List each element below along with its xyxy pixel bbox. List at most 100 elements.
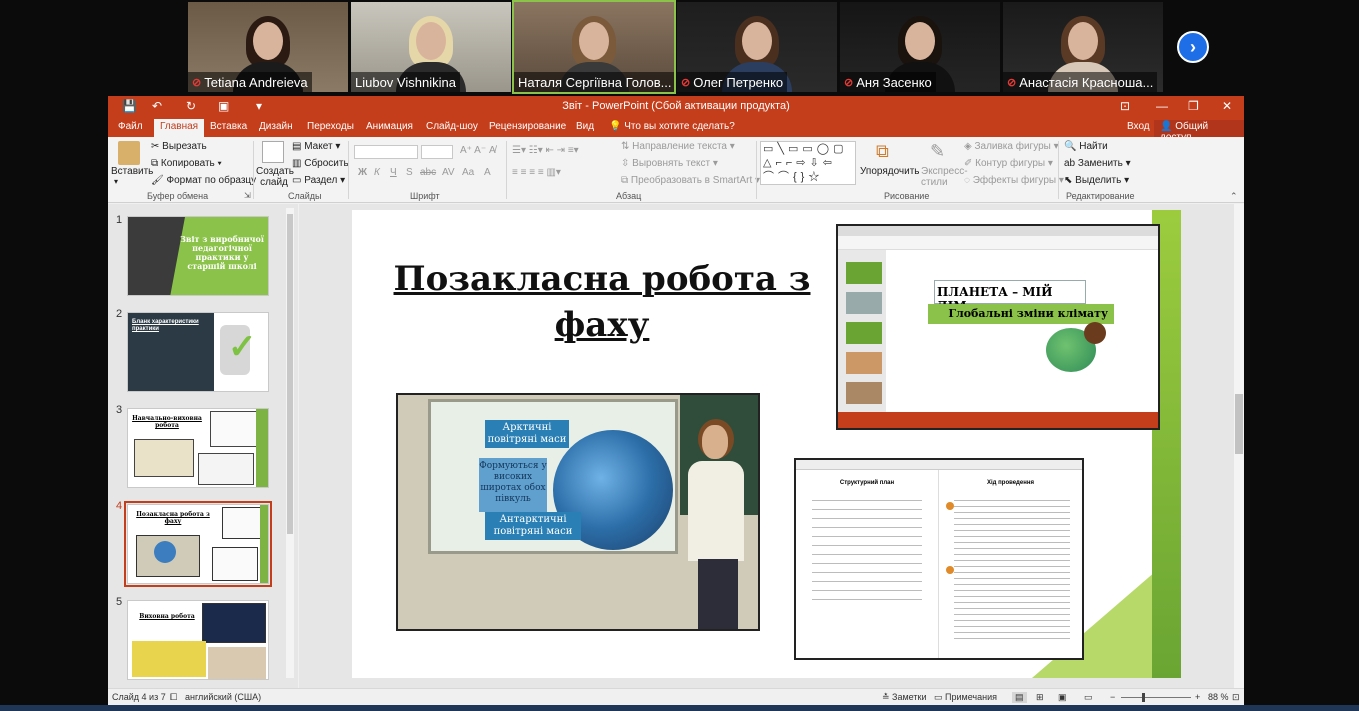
slide-thumbnail[interactable]: Звіт з виробничої педагогічної практики … bbox=[127, 216, 269, 296]
zoom-out-icon[interactable]: − bbox=[1110, 692, 1115, 702]
quick-styles-icon[interactable]: ✎ bbox=[930, 141, 945, 162]
replace-button[interactable]: ab Заменить ▾ bbox=[1064, 158, 1131, 169]
slide-thumbnail[interactable]: Бланк характеристики практики ✓ bbox=[127, 312, 269, 392]
cut-button[interactable]: ✂ Вырезать bbox=[151, 141, 207, 152]
shape-effects-button[interactable]: ◌ Эффекты фигуры ▾ bbox=[964, 175, 1064, 186]
participant-tile[interactable]: ⊘ Tetiana Andreieva bbox=[188, 2, 348, 92]
participant-tile-active[interactable]: Наталя Сергіївна Голов... bbox=[512, 0, 676, 94]
normal-view-icon[interactable]: ▤ bbox=[1012, 692, 1027, 703]
zoom-slider-thumb[interactable] bbox=[1142, 693, 1145, 702]
char-spacing-button[interactable]: AV bbox=[442, 167, 455, 178]
current-slide[interactable]: Позакласна робота з фаху Арктичні повітр… bbox=[352, 210, 1181, 678]
doc-left-text bbox=[812, 500, 922, 600]
scroll-thumb[interactable] bbox=[1235, 394, 1243, 454]
section-button[interactable]: ▭ Раздел ▾ bbox=[292, 175, 345, 186]
thumbnail-image bbox=[198, 453, 254, 485]
tab-view[interactable]: Вид bbox=[576, 121, 594, 132]
tab-transitions[interactable]: Переходы bbox=[307, 121, 354, 132]
next-participants-button[interactable]: › bbox=[1177, 31, 1209, 63]
language-indicator[interactable]: английский (США) bbox=[185, 692, 261, 702]
tab-design[interactable]: Дизайн bbox=[259, 121, 293, 132]
new-slide-button[interactable]: Создать слайд bbox=[256, 166, 294, 188]
scissors-icon: ✂ bbox=[151, 141, 163, 152]
tell-me-box[interactable]: 💡 Что вы хотите сделать? bbox=[609, 121, 735, 132]
tab-review[interactable]: Рецензирование bbox=[489, 121, 566, 132]
presentation-screenshot[interactable]: ПЛАНЕТА – МІЙ ДІМ Глобальні зміни клімат… bbox=[836, 224, 1160, 430]
ribbon-display-icon[interactable]: ⊡ bbox=[1120, 99, 1130, 113]
italic-button[interactable]: К bbox=[374, 167, 380, 178]
bold-button[interactable]: Ж bbox=[358, 167, 367, 178]
notes-button[interactable]: ≛ Заметки bbox=[882, 692, 926, 703]
screenshot-taskbar bbox=[838, 412, 1158, 428]
zoom-in-icon[interactable]: + bbox=[1195, 692, 1200, 702]
ribbon-tabs: Файл Главная Вставка Дизайн Переходы Ани… bbox=[108, 118, 1244, 144]
underline-button[interactable]: Ч bbox=[390, 167, 397, 178]
change-case-button[interactable]: Aa bbox=[462, 167, 474, 178]
thumbnail-scrollbar[interactable] bbox=[286, 208, 294, 678]
participant-tile[interactable]: ⊘ Олег Петренко bbox=[677, 2, 837, 92]
participant-tile[interactable]: ⊘ Аня Засенко bbox=[840, 2, 1000, 92]
grow-font-icon[interactable]: A⁺ A⁻ bbox=[460, 145, 486, 156]
copy-button[interactable]: ⧉ Копировать ▾ bbox=[151, 158, 222, 169]
zoom-slider[interactable] bbox=[1121, 697, 1191, 698]
shadow-button[interactable]: S bbox=[406, 167, 413, 178]
participant-tile[interactable]: Liubov Vishnikina bbox=[351, 2, 511, 92]
thumbnail-scroll-thumb[interactable] bbox=[287, 214, 293, 534]
tab-file[interactable]: Файл bbox=[118, 121, 143, 132]
layout-button[interactable]: ▤ Макет ▾ bbox=[292, 141, 340, 152]
dialog-launcher-icon[interactable]: ⇲ bbox=[244, 191, 251, 200]
font-size-select[interactable] bbox=[421, 145, 453, 159]
paste-button[interactable]: Вставить bbox=[111, 166, 153, 177]
quick-styles-button[interactable]: Экспресс-стили bbox=[921, 166, 968, 188]
tab-home[interactable]: Главная bbox=[154, 119, 205, 137]
shape-outline-button[interactable]: ✐ Контур фигуры ▾ bbox=[964, 158, 1053, 169]
reading-view-icon[interactable]: ▣ bbox=[1058, 692, 1067, 703]
new-slide-icon[interactable] bbox=[262, 141, 284, 163]
slide-sorter-icon[interactable]: ⊞ bbox=[1036, 692, 1044, 703]
slideshow-view-icon[interactable]: ▭ bbox=[1084, 692, 1093, 703]
strikethrough-button[interactable]: abc bbox=[420, 167, 436, 178]
bullets-icon[interactable]: ☰▾ ☷▾ ⇤ ⇥ ≡▾ bbox=[512, 145, 579, 156]
shapes-gallery[interactable]: ▭╲▭▭◯▢ △⌐⌐⇨⇩⇦ ⌒⌒{}☆ bbox=[760, 141, 856, 185]
classroom-photo[interactable]: Арктичні повітряні маси Формуються у вис… bbox=[396, 393, 760, 631]
font-color-button[interactable]: A bbox=[484, 167, 491, 178]
participant-tile[interactable]: ⊘ Анастасія Красноша... bbox=[1003, 2, 1163, 92]
slide-thumbnail-selected[interactable]: Позакласна робота з фаху bbox=[124, 501, 272, 587]
checkmark-icon: ✓ bbox=[228, 328, 257, 366]
shape-fill-button[interactable]: ◈ Заливка фигуры ▾ bbox=[964, 141, 1059, 152]
close-icon[interactable]: ✕ bbox=[1222, 99, 1232, 113]
fit-slide-icon[interactable]: ⊡ bbox=[1232, 692, 1240, 703]
slide-thumbnail[interactable]: Виховна робота bbox=[127, 600, 269, 680]
tab-slideshow[interactable]: Слайд-шоу bbox=[426, 121, 478, 132]
smartart-button[interactable]: ⧉ Преобразовать в SmartArt ▾ bbox=[621, 175, 760, 186]
vertical-scrollbar[interactable] bbox=[1234, 204, 1244, 688]
minimize-icon[interactable]: — bbox=[1156, 99, 1168, 113]
tab-animations[interactable]: Анимация bbox=[366, 121, 413, 132]
sign-in-link[interactable]: Вход bbox=[1127, 121, 1150, 132]
align-icons[interactable]: ≡ ≡ ≡ ≡ ▥▾ bbox=[512, 167, 561, 178]
slide-thumbnail[interactable]: Навчально-виховна робота bbox=[127, 408, 269, 488]
align-text-button[interactable]: ⇳ Выровнять текст ▾ bbox=[621, 158, 718, 169]
find-button[interactable]: 🔍 Найти bbox=[1064, 141, 1108, 152]
participant-name: Наталя Сергіївна Голов... bbox=[518, 74, 672, 90]
tab-insert[interactable]: Вставка bbox=[210, 121, 247, 132]
zoom-level[interactable]: 88 % bbox=[1208, 692, 1229, 702]
arrange-button[interactable]: Упорядочить bbox=[860, 166, 920, 177]
group-label-font: Шрифт bbox=[410, 191, 440, 201]
collapse-ribbon-icon[interactable]: ⌃ bbox=[1230, 191, 1238, 202]
format-painter-button[interactable]: 🖌 Формат по образцу bbox=[151, 175, 256, 186]
slide-title[interactable]: Позакласна робота з фаху bbox=[392, 256, 812, 348]
maximize-icon[interactable]: ❐ bbox=[1188, 99, 1199, 113]
clear-format-icon[interactable]: A̸ bbox=[489, 145, 496, 156]
comments-button[interactable]: ▭ Примечания bbox=[934, 692, 997, 703]
clipboard-icon[interactable] bbox=[118, 141, 140, 165]
spellcheck-icon[interactable]: ⧠ bbox=[170, 692, 177, 703]
reset-button[interactable]: ▥ Сбросить bbox=[292, 158, 349, 169]
select-button[interactable]: ⬉ Выделить ▾ bbox=[1064, 175, 1129, 186]
arrange-icon[interactable]: ⧉ bbox=[876, 141, 889, 162]
paste-dropdown-icon[interactable]: ▾ bbox=[114, 177, 118, 186]
text-direction-button[interactable]: ⇅ Направление текста ▾ bbox=[621, 141, 735, 152]
participant-name: Liubov Vishnikina bbox=[355, 74, 456, 90]
font-family-select[interactable] bbox=[354, 145, 418, 159]
document-screenshot[interactable]: Структурний план Хід проведення bbox=[794, 458, 1084, 660]
